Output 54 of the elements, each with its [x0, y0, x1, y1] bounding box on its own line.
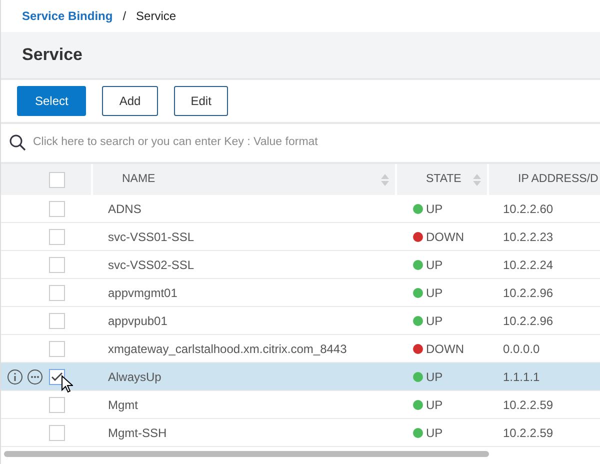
ip-address: 10.2.2.59: [503, 424, 554, 442]
service-name: Mgmt-SSH: [108, 424, 167, 442]
checkbox[interactable]: [49, 284, 65, 300]
toolbar-button[interactable]: Add: [102, 86, 158, 116]
checkbox[interactable]: [49, 256, 65, 272]
ip-address: 0.0.0.0: [503, 340, 540, 358]
checkbox[interactable]: [49, 396, 65, 412]
column-header[interactable]: NAME: [122, 170, 156, 188]
service-name: svc-VSS01-SSL: [108, 228, 194, 246]
state-text: UP: [426, 424, 443, 442]
checkbox[interactable]: [49, 340, 65, 356]
sort-icon[interactable]: [381, 172, 389, 186]
column-header[interactable]: IP ADDRESS/D: [518, 170, 598, 188]
state-text: UP: [426, 200, 443, 218]
state-text: DOWN: [426, 228, 464, 246]
breadcrumb-current: Service: [136, 8, 176, 25]
state-text: DOWN: [426, 340, 464, 358]
cursor-icon: [61, 375, 73, 393]
service-name: appvpub01: [108, 312, 168, 330]
state-text: UP: [426, 368, 443, 386]
ip-address: 10.2.2.59: [503, 396, 554, 414]
ip-address: 10.2.2.23: [503, 228, 554, 246]
breadcrumb-separator: /: [122, 8, 126, 25]
ip-address: 10.2.2.96: [503, 312, 554, 330]
select-button[interactable]: Select: [17, 86, 86, 116]
horizontal-scrollbar[interactable]: [4, 451, 489, 457]
service-name: appvmgmt01: [108, 284, 178, 302]
checkbox[interactable]: [49, 228, 65, 244]
checkbox[interactable]: [49, 172, 65, 188]
service-name: xmgateway_carlstalhood.xm.citrix.com_8443: [108, 340, 347, 358]
checkbox[interactable]: [49, 312, 65, 328]
ip-address: 10.2.2.24: [503, 256, 554, 274]
ip-address: 1.1.1.1: [503, 368, 540, 386]
state-text: UP: [426, 396, 443, 414]
state-text: UP: [426, 256, 443, 274]
breadcrumb-link[interactable]: Service Binding: [22, 7, 113, 25]
checkbox[interactable]: [49, 200, 65, 216]
toolbar-button[interactable]: Edit: [174, 86, 228, 116]
search-icon: [9, 134, 27, 152]
service-name: Mgmt: [108, 396, 138, 414]
sort-icon[interactable]: [473, 172, 481, 186]
selected-row[interactable]: AlwaysUp UP 1.1.1.1: [1, 363, 600, 391]
service-name: ADNS: [108, 200, 142, 218]
page-title: Service: [22, 44, 82, 66]
state-text: UP: [426, 312, 443, 330]
info-icon[interactable]: [7, 368, 23, 384]
state-text: UP: [426, 284, 443, 302]
more-icon[interactable]: [27, 368, 43, 384]
ip-address: 10.2.2.60: [503, 200, 554, 218]
ip-address: 10.2.2.96: [503, 284, 554, 302]
column-header[interactable]: STATE: [426, 170, 462, 188]
service-name: svc-VSS02-SSL: [108, 256, 194, 274]
checkbox[interactable]: [49, 424, 65, 440]
service-name: AlwaysUp: [108, 368, 162, 386]
